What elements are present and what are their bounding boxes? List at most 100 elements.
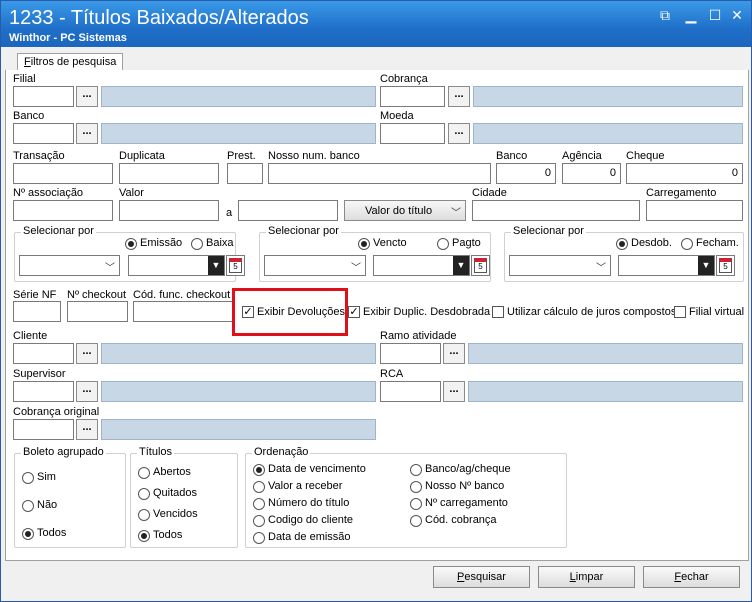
banco-lookup-button[interactable]: ...	[76, 123, 98, 144]
selecionar-por-group-1: Selecionar por Emissão Baixa ﹀ ▼ 5	[14, 225, 245, 282]
radio-ord-numero-titulo[interactable]	[253, 498, 265, 510]
dropdown-arrow-icon[interactable]: ▼	[208, 256, 224, 275]
cobranca-lookup-button[interactable]: ...	[448, 86, 470, 107]
radio-vencto-label: Vencto	[373, 237, 407, 249]
supervisor-field[interactable]	[13, 381, 74, 402]
radio-boleto-todos[interactable]	[22, 528, 34, 540]
radio-titulos-abertos[interactable]	[138, 467, 150, 479]
cobranca-label: Cobrança	[380, 73, 428, 85]
agencia-field[interactable]: 0	[562, 163, 621, 184]
restore-icon[interactable]: ⧉	[655, 7, 675, 24]
radio-titulos-quitados[interactable]	[138, 488, 150, 500]
moeda-label: Moeda	[380, 110, 414, 122]
banco-label: Banco	[13, 110, 45, 122]
radio-fecham-label: Fecham.	[696, 237, 739, 249]
cliente-lookup-button[interactable]: ...	[76, 343, 98, 364]
highlight-box	[232, 288, 348, 336]
pesquisar-button[interactable]: Pesquisar	[433, 566, 530, 588]
radio-ord-cod-cobranca[interactable]	[410, 515, 422, 527]
cheque-field[interactable]: 0	[626, 163, 743, 184]
date-1-field[interactable]: ▼	[128, 255, 225, 276]
radio-ord-cod-cobranca-label: Cód. cobrança	[425, 514, 497, 526]
radio-ord-codigo-cliente[interactable]	[253, 515, 265, 527]
calendar-icon[interactable]: 5	[226, 255, 245, 276]
cobranca-original-field[interactable]	[13, 419, 74, 440]
limpar-button[interactable]: Limpar	[538, 566, 635, 588]
agencia-label: Agência	[562, 150, 602, 162]
ramo-atividade-field[interactable]	[380, 343, 441, 364]
radio-boleto-nao[interactable]	[22, 500, 34, 512]
supervisor-lookup-button[interactable]: ...	[76, 381, 98, 402]
banco-description	[101, 123, 376, 144]
radio-fecham[interactable]	[681, 238, 693, 250]
nosso-num-banco-field[interactable]	[268, 163, 491, 184]
cobranca-original-label: Cobrança original	[13, 406, 100, 418]
radio-vencto[interactable]	[358, 238, 370, 250]
ramo-atividade-label: Ramo atividade	[380, 330, 457, 342]
duplicata-field[interactable]	[119, 163, 219, 184]
valor-type-value: Valor do título	[365, 205, 433, 217]
radio-ord-banco-ag-cheque[interactable]	[410, 464, 422, 476]
radio-ord-nosso-num-banco[interactable]	[410, 481, 422, 493]
ordenacao-group: Ordenação Data de vencimento Valor a rec…	[245, 446, 567, 548]
moeda-field[interactable]	[380, 123, 445, 144]
cliente-field[interactable]	[13, 343, 74, 364]
filial-lookup-button[interactable]: ...	[76, 86, 98, 107]
n-checkout-label: Nº checkout	[67, 289, 127, 301]
cod-func-checkout-field[interactable]	[133, 301, 233, 322]
maximize-icon[interactable]: ☐	[705, 7, 725, 24]
valor-to-field[interactable]	[238, 200, 338, 221]
cobranca-field[interactable]	[380, 86, 445, 107]
ramo-atividade-description	[468, 343, 743, 364]
selecionar-por-3-dropdown[interactable]: ﹀	[509, 255, 611, 276]
rca-field[interactable]	[380, 381, 441, 402]
rca-lookup-button[interactable]: ...	[443, 381, 465, 402]
selecionar-por-1-dropdown[interactable]: ﹀	[19, 255, 120, 276]
banco-field[interactable]	[13, 123, 74, 144]
ramo-atividade-lookup-button[interactable]: ...	[443, 343, 465, 364]
dropdown-arrow-icon[interactable]: ▼	[698, 256, 714, 275]
minimize-icon[interactable]: ▁	[681, 7, 701, 24]
filial-description	[101, 86, 376, 107]
date-2-field[interactable]: ▼	[373, 255, 470, 276]
juros-compostos-label: Utilizar cálculo de juros compostos	[507, 306, 677, 318]
cidade-field[interactable]	[472, 200, 640, 221]
n-associacao-field[interactable]	[13, 200, 113, 221]
group-title: Selecionar por	[21, 225, 96, 237]
juros-compostos-checkbox[interactable]	[492, 306, 504, 318]
transacao-field[interactable]	[13, 163, 113, 184]
radio-ord-valor-receber[interactable]	[253, 481, 265, 493]
prest-field[interactable]	[227, 163, 263, 184]
radio-pagto[interactable]	[437, 238, 449, 250]
radio-ord-data-emissao[interactable]	[253, 532, 265, 544]
radio-ord-n-carregamento[interactable]	[410, 498, 422, 510]
radio-desdob[interactable]	[616, 238, 628, 250]
radio-baixa[interactable]	[191, 238, 203, 250]
moeda-lookup-button[interactable]: ...	[448, 123, 470, 144]
radio-ord-data-vencimento[interactable]	[253, 464, 265, 476]
fechar-button[interactable]: Fechar	[643, 566, 740, 588]
radio-emissao[interactable]	[125, 238, 137, 250]
serie-nf-field[interactable]	[13, 301, 61, 322]
radio-titulos-todos[interactable]	[138, 530, 150, 542]
valor-type-dropdown[interactable]: Valor do título ﹀	[344, 200, 466, 221]
date-3-field[interactable]: ▼	[618, 255, 715, 276]
filial-field[interactable]	[13, 86, 74, 107]
radio-boleto-sim[interactable]	[22, 472, 34, 484]
selecionar-por-2-dropdown[interactable]: ﹀	[264, 255, 366, 276]
filters-panel: Filial ... Cobrança ... Banco ... Moeda …	[5, 70, 749, 561]
radio-titulos-vencidos[interactable]	[138, 509, 150, 521]
calendar-icon[interactable]: 5	[716, 255, 735, 276]
exibir-duplic-desdobrada-checkbox[interactable]: ✓	[348, 306, 360, 318]
dropdown-arrow-icon[interactable]: ▼	[453, 256, 469, 275]
n-checkout-field[interactable]	[67, 301, 128, 322]
filial-virtual-checkbox[interactable]	[674, 306, 686, 318]
carregamento-field[interactable]	[646, 200, 743, 221]
calendar-icon[interactable]: 5	[471, 255, 490, 276]
banco-num-field[interactable]: 0	[496, 163, 556, 184]
valor-from-field[interactable]	[119, 200, 219, 221]
group-title: Selecionar por	[511, 225, 586, 237]
tab-strip: Filtros de pesquisa	[5, 51, 749, 72]
close-icon[interactable]: ✕	[727, 7, 747, 24]
cobranca-original-lookup-button[interactable]: ...	[76, 419, 98, 440]
